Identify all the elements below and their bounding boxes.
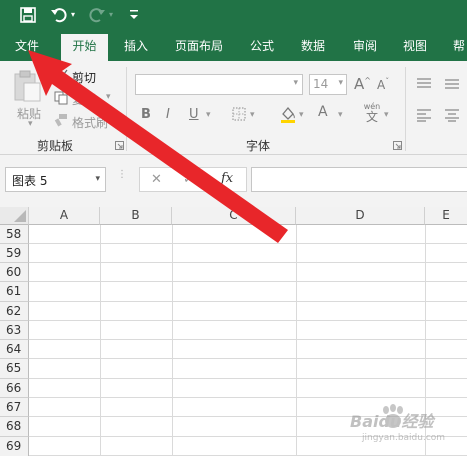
annotation-arrow — [28, 50, 288, 243]
